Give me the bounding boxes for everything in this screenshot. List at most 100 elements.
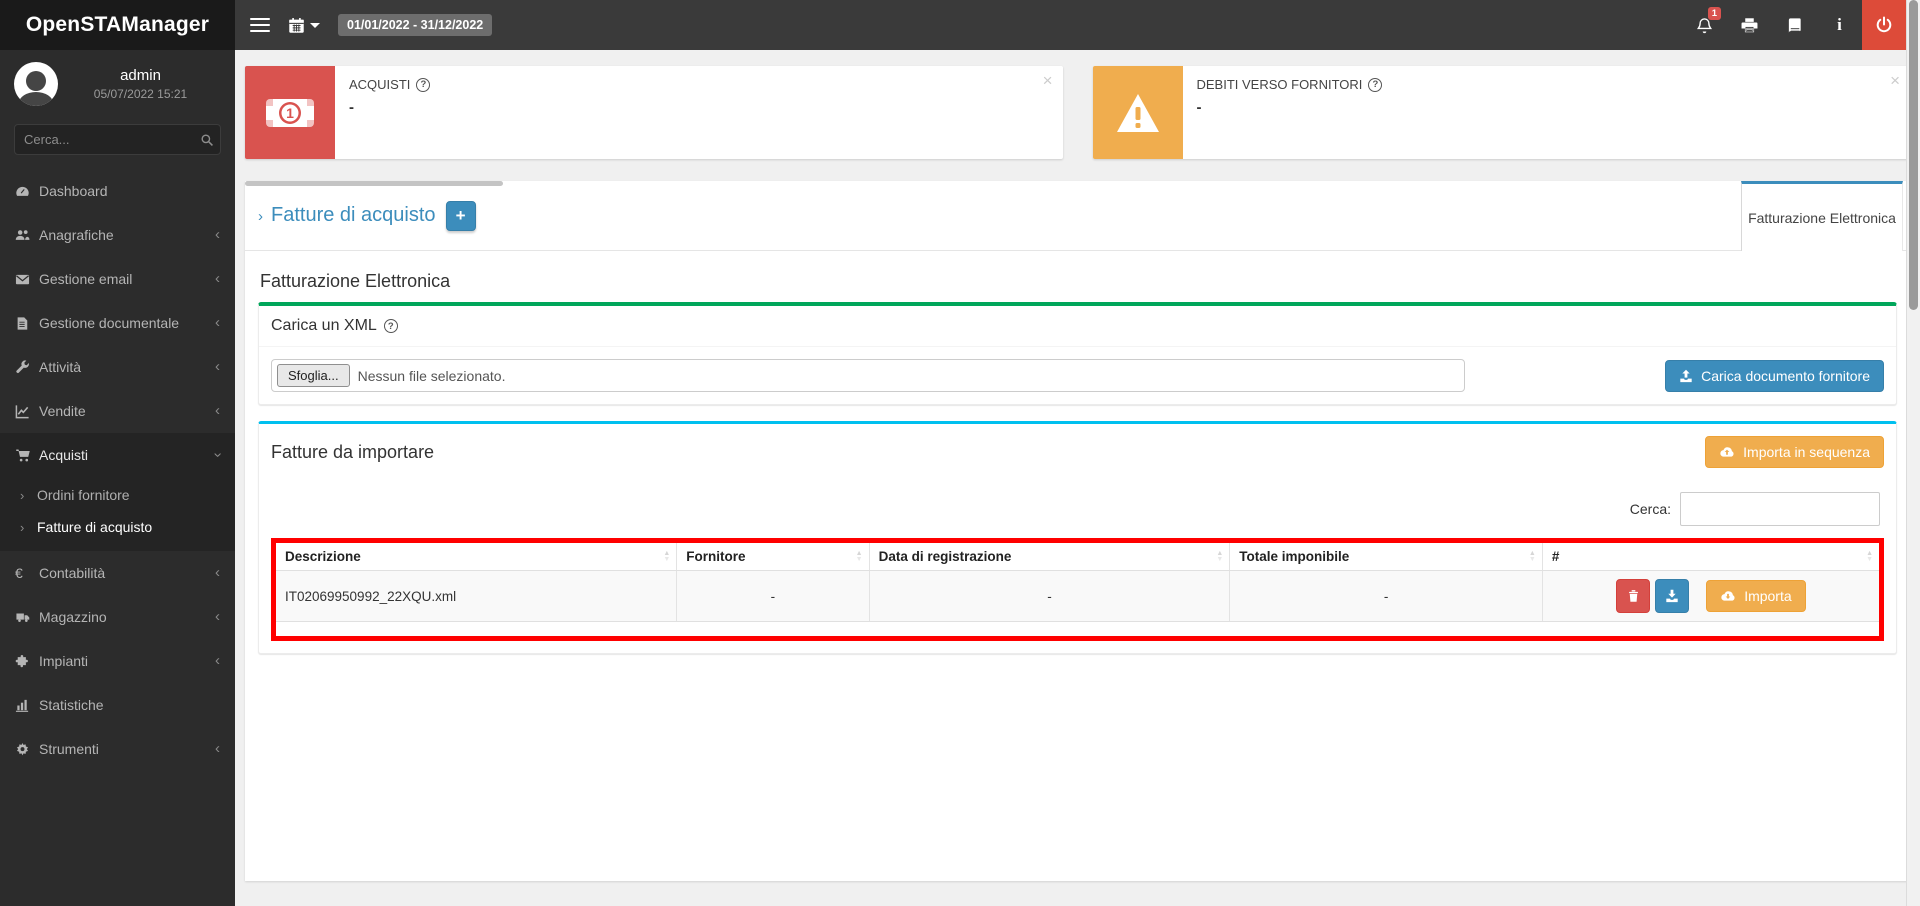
page-scrollbar[interactable] — [1906, 0, 1920, 906]
card-value: - — [349, 99, 354, 116]
sidebar-item-label: Attività — [39, 359, 82, 375]
delete-button[interactable] — [1616, 579, 1651, 613]
chart-line-icon — [15, 404, 39, 419]
acquisti-submenu: › Ordini fornitore › Fatture di acquisto — [0, 477, 235, 551]
cell-totale-imponibile: - — [1229, 570, 1543, 622]
sidebar-item-statistiche[interactable]: Statistiche — [0, 683, 235, 727]
user-panel: admin 05/07/2022 15:21 — [0, 50, 235, 116]
sort-icon: ▲ ▼ — [1528, 549, 1536, 563]
table-search-label: Cerca: — [1629, 501, 1671, 517]
column-header-totale-imponibile[interactable]: Totale imponibile ▲ ▼ — [1229, 543, 1543, 571]
cell-fornitore: - — [676, 570, 870, 622]
table-search-input[interactable] — [1680, 492, 1880, 526]
book-icon — [1786, 17, 1803, 34]
sidebar-item-gestione-email[interactable]: Gestione email ‹ — [0, 257, 235, 301]
logout-button[interactable] — [1862, 0, 1906, 50]
close-icon[interactable]: × — [1890, 71, 1900, 91]
main-box: › Fatture di acquisto + Fatturazione Ele… — [245, 181, 1910, 881]
sidebar-item-impianti[interactable]: Impianti ‹ — [0, 639, 235, 683]
calendar-dropdown[interactable] — [288, 17, 320, 34]
help-icon[interactable]: ? — [383, 319, 398, 333]
cell-data-registrazione: - — [868, 570, 1230, 622]
cell-descrizione: IT02069950992_22XQU.xml — [276, 570, 677, 622]
sidebar-item-strumenti[interactable]: Strumenti ‹ — [0, 727, 235, 771]
sidebar-item-label: Gestione email — [39, 271, 133, 287]
sidebar-item-anagrafiche[interactable]: Anagrafiche ‹ — [0, 213, 235, 257]
sidebar-item-label: Contabilità — [39, 565, 106, 581]
sidebar-item-dashboard[interactable]: Dashboard — [0, 169, 235, 213]
bar-chart-icon — [15, 698, 39, 713]
chevron-left-icon: ‹ — [215, 270, 220, 287]
sidebar-item-label: Statistiche — [39, 697, 104, 713]
chevron-left-icon: ‹ — [215, 358, 220, 375]
avatar — [14, 62, 58, 106]
notification-count-badge: 1 — [1707, 7, 1721, 20]
download-icon — [1665, 589, 1679, 603]
help-icon[interactable]: ? — [416, 77, 431, 92]
summary-cards-row: 1 ACQUISTI? - × DEBITI VERSO FORNITORI? … — [245, 66, 1910, 159]
import-row-button[interactable]: Importa — [1706, 580, 1806, 612]
info-button[interactable]: i — [1817, 0, 1862, 50]
sidebar-menu: Dashboard Anagrafiche ‹ Gestione email ‹… — [0, 169, 235, 771]
browse-button[interactable]: Sfoglia... — [277, 364, 350, 387]
close-icon[interactable]: × — [1043, 71, 1053, 91]
card-debiti-verso-fornitori: DEBITI VERSO FORNITORI? - × — [1092, 66, 1910, 159]
chevron-left-icon: ‹ — [215, 652, 220, 669]
sidebar-item-attivita[interactable]: Attività ‹ — [0, 345, 235, 389]
import-panel-title: Fatture da importare — [271, 441, 435, 462]
scrollbar-thumb[interactable] — [1909, 0, 1918, 310]
hamburger-menu-icon[interactable] — [250, 14, 270, 36]
date-range-badge[interactable]: 01/01/2022 - 31/12/2022 — [338, 14, 493, 36]
angle-right-icon: › — [258, 207, 263, 225]
card-value: - — [1196, 99, 1202, 116]
upload-icon — [1679, 369, 1693, 383]
gear-icon — [15, 742, 39, 757]
notifications-button[interactable]: 1 — [1682, 0, 1727, 50]
highlighted-table-region: Descrizione ▲ ▼ Fornitore ▲ ▼ Data di regist… — [271, 538, 1884, 641]
section-heading: Fatturazione Elettronica — [260, 271, 451, 291]
warning-icon — [1092, 66, 1183, 159]
sidebar-item-label: Vendite — [39, 403, 86, 419]
chevron-left-icon: ‹ — [215, 314, 220, 331]
tachometer-icon — [15, 184, 39, 199]
page-title[interactable]: › Fatture di acquisto — [258, 204, 436, 227]
app-logo[interactable]: OpenSTAManager — [0, 0, 235, 50]
import-panel: Fatture da importare Importa in sequenza… — [258, 421, 1897, 654]
file-input[interactable]: Sfoglia... Nessun file selezionato. — [271, 359, 1465, 392]
help-icon[interactable]: ? — [1368, 77, 1383, 92]
sidebar-item-magazzino[interactable]: Magazzino ‹ — [0, 595, 235, 639]
chevron-down-icon: ‹ — [208, 452, 226, 458]
add-invoice-button[interactable]: + — [445, 200, 476, 231]
column-header-data-registrazione[interactable]: Data di registrazione ▲ ▼ — [868, 543, 1230, 571]
tabs-scrollbar[interactable] — [245, 181, 503, 186]
sidebar-item-label: Strumenti — [39, 741, 99, 757]
app-root: OpenSTAManager admin 05/07/2022 15:21 Da… — [0, 0, 1920, 906]
print-button[interactable] — [1727, 0, 1772, 50]
search-input[interactable] — [24, 132, 200, 147]
sidebar-search[interactable] — [14, 124, 221, 155]
column-header-descrizione[interactable]: Descrizione ▲ ▼ — [276, 543, 677, 571]
file-icon — [15, 316, 39, 331]
card-label: ACQUISTI — [349, 77, 411, 92]
sidebar-item-label: Magazzino — [39, 609, 107, 625]
upload-panel: Carica un XML ? Sfoglia... Nessun file s… — [258, 302, 1897, 405]
column-header-actions[interactable]: # ▲ ▼ — [1541, 543, 1879, 571]
download-button[interactable] — [1655, 579, 1690, 613]
sidebar: OpenSTAManager admin 05/07/2022 15:21 Da… — [0, 0, 235, 906]
manual-button[interactable] — [1772, 0, 1817, 50]
upload-supplier-document-button[interactable]: Carica documento fornitore — [1665, 359, 1884, 392]
tab-fatturazione-elettronica[interactable]: Fatturazione Elettronica — [1741, 181, 1903, 251]
sidebar-subitem-ordini-fornitore[interactable]: › Ordini fornitore — [0, 479, 235, 511]
column-header-fornitore[interactable]: Fornitore ▲ ▼ — [676, 543, 870, 571]
search-icon[interactable] — [200, 133, 214, 147]
sidebar-item-contabilita[interactable]: € Contabilità ‹ — [0, 551, 235, 595]
sidebar-item-gestione-documentale[interactable]: Gestione documentale ‹ — [0, 301, 235, 345]
cart-icon — [15, 448, 39, 463]
chevron-left-icon: ‹ — [215, 608, 220, 625]
user-login-datetime: 05/07/2022 15:21 — [93, 87, 188, 101]
import-sequence-button[interactable]: Importa in sequenza — [1705, 436, 1884, 468]
sidebar-item-acquisti[interactable]: Acquisti ‹ — [0, 433, 235, 477]
sidebar-item-label: Gestione documentale — [39, 315, 180, 331]
sidebar-subitem-fatture-di-acquisto[interactable]: › Fatture di acquisto — [0, 511, 235, 543]
sidebar-item-vendite[interactable]: Vendite ‹ — [0, 389, 235, 433]
